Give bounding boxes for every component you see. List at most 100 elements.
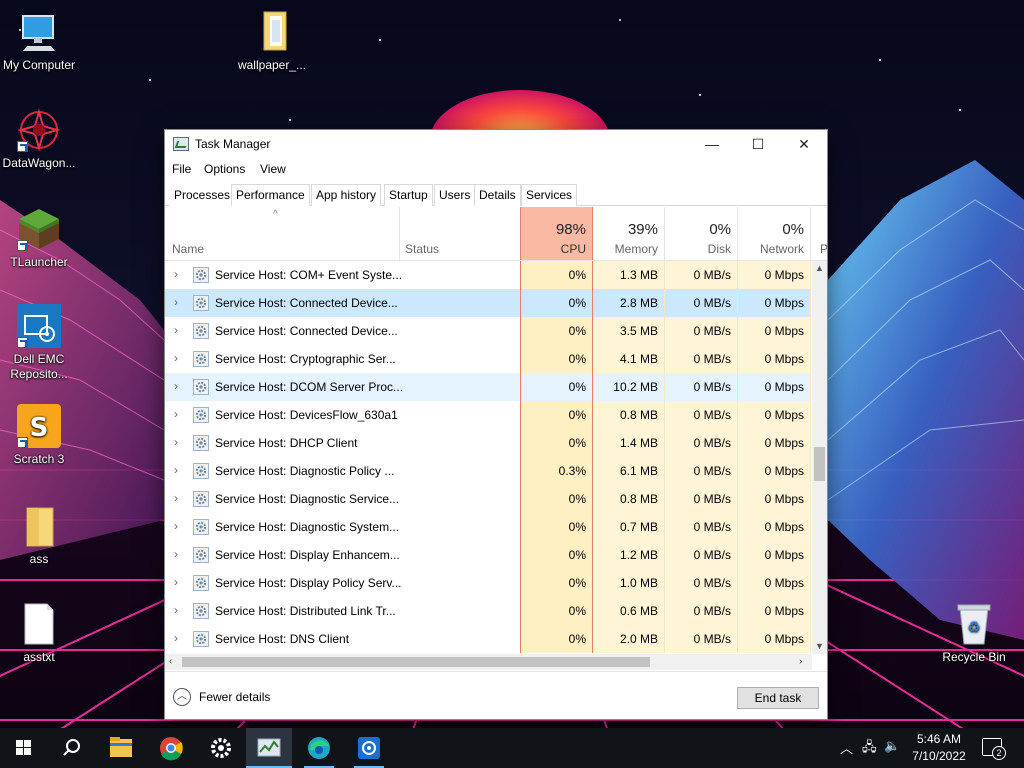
memory-value: 0.7 MB (593, 513, 665, 541)
tab-startup[interactable]: Startup (384, 184, 433, 206)
show-hidden-icons-chevron-icon[interactable]: ︿ (840, 738, 853, 757)
fewer-details-link[interactable]: Fewer details (199, 690, 270, 704)
end-task-button[interactable]: End task (737, 687, 819, 709)
clock-date[interactable]: 7/10/2022 (906, 749, 972, 763)
datawagon-app-icon (17, 108, 61, 152)
menu-view[interactable]: View (260, 162, 286, 176)
tab-users[interactable]: Users (434, 184, 476, 206)
search-button[interactable] (48, 728, 94, 768)
disk-value: 0 MB/s (665, 625, 738, 653)
expand-chevron-icon[interactable]: › (174, 379, 178, 393)
desktop-icon-scratch[interactable]: S Scratch 3 (1, 404, 77, 467)
process-name: Service Host: DNS Client (215, 632, 350, 646)
tab-processes[interactable]: Processes (169, 184, 236, 206)
scroll-left-icon[interactable]: ‹ (169, 656, 172, 667)
process-row[interactable]: › Service Host: DNS Client 0% 2.0 MB 0 MB/s 0… (165, 625, 817, 653)
desktop-icon-datawagon[interactable]: DataWagon... (1, 108, 77, 171)
menu-file[interactable]: File (172, 162, 191, 176)
expand-chevron-icon[interactable]: › (174, 463, 178, 477)
expand-chevron-icon[interactable]: › (174, 267, 178, 281)
vertical-scrollbar[interactable]: ▲ ▼ (812, 261, 827, 654)
process-row[interactable]: › Service Host: DCOM Server Proc... 0% 10.2… (165, 373, 817, 401)
menu-options[interactable]: Options (204, 162, 245, 176)
network-icon[interactable]: 🖧 (862, 738, 877, 760)
process-row[interactable]: › Service Host: Display Policy Serv... 0% 1… (165, 569, 817, 597)
taskbar-control-panel[interactable] (346, 728, 392, 768)
taskbar-chrome[interactable] (148, 728, 194, 768)
network-value: 0 Mbps (738, 513, 811, 541)
minecraft-block-icon (17, 207, 61, 251)
task-manager-icon (173, 137, 189, 151)
expand-chevron-icon[interactable]: › (174, 575, 178, 589)
sort-ascending-icon: ^ (273, 209, 278, 220)
settings-icon (211, 738, 231, 758)
taskbar-file-explorer[interactable] (98, 728, 144, 768)
process-row[interactable]: › Service Host: DevicesFlow_630a1 0% 0.8 MB… (165, 401, 817, 429)
process-row[interactable]: › Service Host: Connected Device... 0% 3.5 … (165, 317, 817, 345)
tab-services[interactable]: Services (521, 184, 578, 206)
network-value: 0 Mbps (738, 541, 811, 569)
expand-chevron-icon[interactable]: › (174, 631, 178, 645)
scroll-right-icon[interactable]: › (799, 656, 802, 667)
service-gear-icon (193, 435, 209, 451)
disk-value: 0 MB/s (665, 373, 738, 401)
tab-details[interactable]: Details (474, 184, 521, 206)
expand-chevron-icon[interactable]: › (174, 603, 178, 617)
column-header-memory[interactable]: 39% Memory (593, 207, 665, 260)
expand-chevron-icon[interactable]: › (174, 435, 178, 449)
process-row[interactable]: › Service Host: Diagnostic Policy ... 0.3%… (165, 457, 817, 485)
maximize-button[interactable]: ☐ (735, 130, 781, 158)
process-row[interactable]: › Service Host: Diagnostic System... 0% 0.7… (165, 513, 817, 541)
chevron-up-icon[interactable]: ︿ (173, 688, 191, 706)
process-row[interactable]: › Service Host: Cryptographic Ser... 0% 4.1… (165, 345, 817, 373)
process-row[interactable]: › Service Host: Distributed Link Tr... 0% 0… (165, 597, 817, 625)
expand-chevron-icon[interactable]: › (174, 491, 178, 505)
title-bar[interactable]: Task Manager — ☐ ✕ (165, 130, 827, 158)
close-button[interactable]: ✕ (781, 130, 827, 158)
tab-performance[interactable]: Performance (231, 184, 310, 206)
cpu-value: 0% (520, 625, 593, 653)
minimize-button[interactable]: — (689, 130, 735, 158)
process-name: Service Host: Diagnostic System... (215, 520, 400, 534)
tab-app-history[interactable]: App history (311, 184, 382, 206)
expand-chevron-icon[interactable]: › (174, 295, 178, 309)
scrollbar-thumb[interactable] (182, 657, 650, 667)
process-row[interactable]: › Service Host: COM+ Event Syste... 0% 1.3 … (165, 261, 817, 289)
process-row[interactable]: › Service Host: Display Enhancem... 0% 1.2 … (165, 541, 817, 569)
expand-chevron-icon[interactable]: › (174, 323, 178, 337)
desktop-icon-tlauncher[interactable]: TLauncher (1, 207, 77, 270)
start-button[interactable] (0, 728, 46, 768)
process-name: Service Host: COM+ Event Syste... (215, 268, 403, 282)
column-header-status[interactable]: Status (400, 207, 520, 260)
volume-icon[interactable]: 🔈 (884, 738, 900, 754)
clock-time[interactable]: 5:46 AM (906, 732, 972, 746)
desktop-icon-dell-emc[interactable]: Dell EMC Reposito... (1, 304, 77, 382)
scroll-down-icon[interactable]: ▼ (815, 641, 824, 651)
column-header-network[interactable]: 0% Network (738, 207, 811, 260)
process-name: Service Host: Display Enhancem... (215, 548, 400, 562)
column-header-power[interactable]: P (811, 207, 827, 260)
expand-chevron-icon[interactable]: › (174, 519, 178, 533)
desktop-icon-my-computer[interactable]: My Computer (1, 10, 77, 73)
process-row[interactable]: › Service Host: Diagnostic Service... 0% 0.… (165, 485, 817, 513)
column-header-cpu[interactable]: 98% CPU (520, 207, 593, 260)
desktop-icon-recycle-bin[interactable]: ♻ Recycle Bin (936, 602, 1012, 665)
desktop-icon-asstxt[interactable]: asstxt (1, 602, 77, 665)
scrollbar-thumb[interactable] (814, 447, 825, 481)
column-header-disk[interactable]: 0% Disk (665, 207, 738, 260)
desktop-icon-ass-folder[interactable]: ass (1, 504, 77, 567)
service-gear-icon (193, 379, 209, 395)
expand-chevron-icon[interactable]: › (174, 407, 178, 421)
scroll-up-icon[interactable]: ▲ (815, 263, 824, 273)
taskbar-task-manager[interactable] (246, 728, 292, 768)
desktop-icon-wallpaper-folder[interactable]: wallpaper_... (234, 10, 310, 73)
column-header-name[interactable]: ^ Name (165, 207, 400, 260)
expand-chevron-icon[interactable]: › (174, 351, 178, 365)
task-manager-window: Task Manager — ☐ ✕ File Options View Pro… (164, 129, 828, 720)
process-row[interactable]: › Service Host: Connected Device... 0% 2.8 … (165, 289, 817, 317)
process-row[interactable]: › Service Host: DHCP Client 0% 1.4 MB 0 MB/s… (165, 429, 817, 457)
horizontal-scrollbar[interactable]: ‹ › (165, 654, 812, 670)
expand-chevron-icon[interactable]: › (174, 547, 178, 561)
taskbar-settings[interactable] (198, 728, 244, 768)
taskbar-edge[interactable] (296, 728, 342, 768)
